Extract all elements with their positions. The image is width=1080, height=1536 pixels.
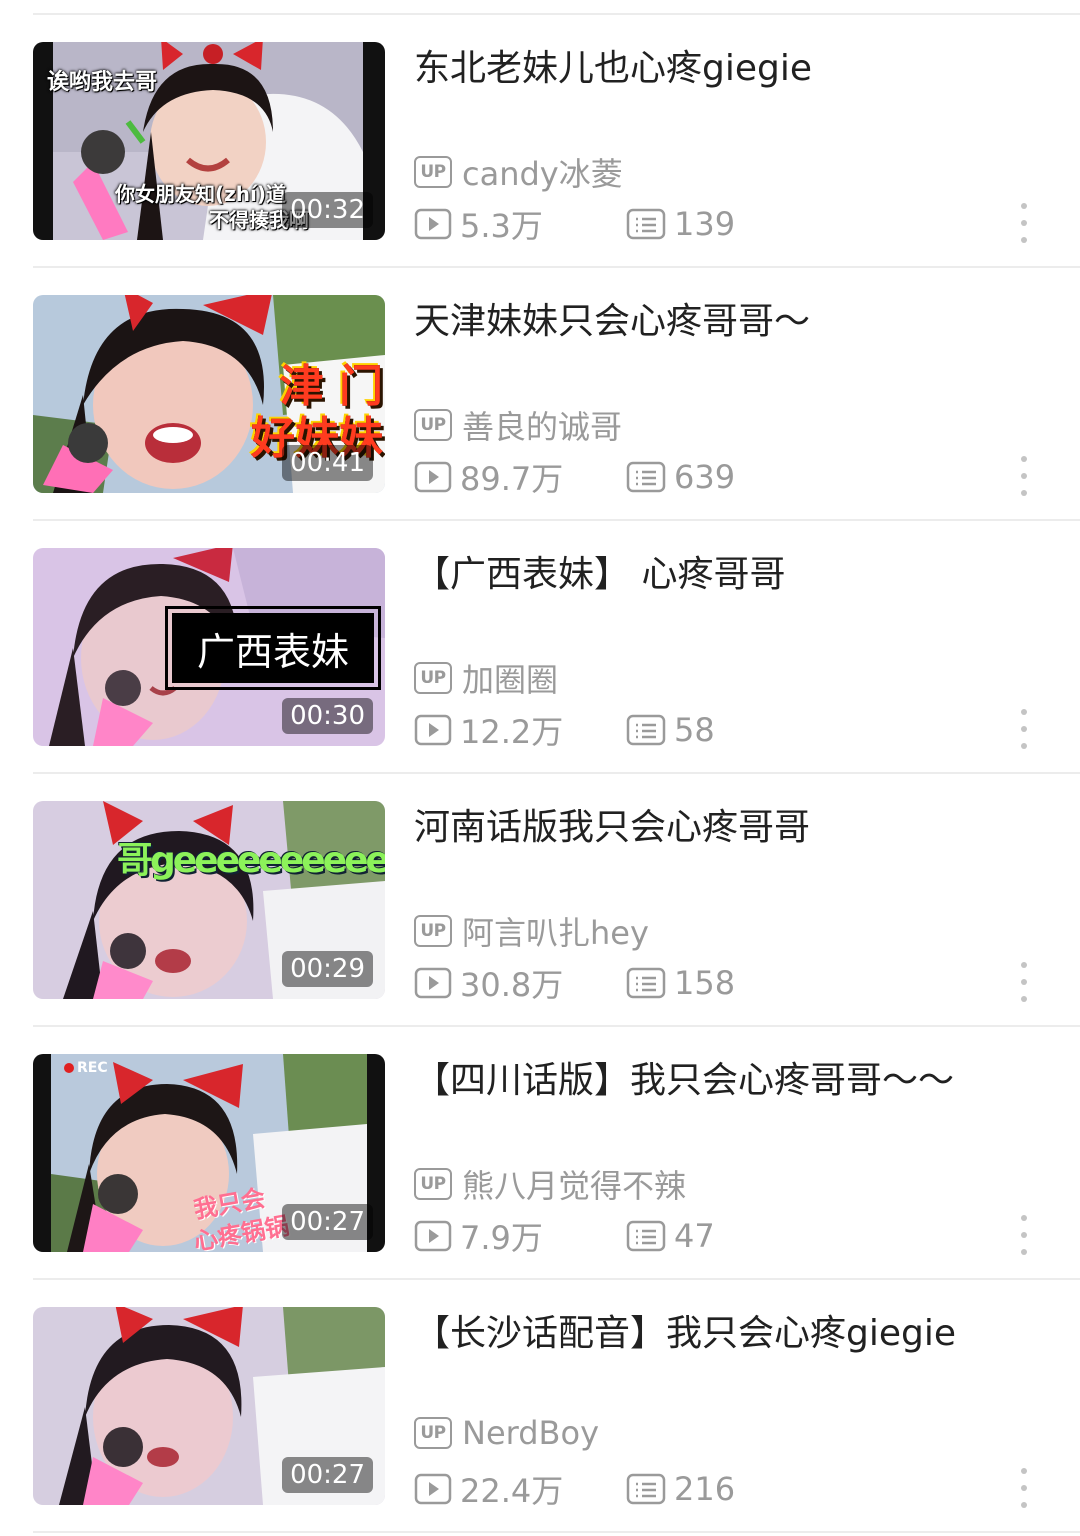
uploader-line[interactable]: UP candy冰菱 [414, 149, 623, 195]
up-badge-icon: UP [414, 662, 452, 694]
play-icon [414, 1473, 452, 1505]
video-item[interactable]: 诶哟我去哥 你女朋友知(zhí)道 不得揍我啊 00:32 东北老妹儿也心疼gi… [0, 15, 1080, 268]
stats-line: 7.9万 47 [414, 1213, 715, 1259]
up-badge-icon: UP [414, 1417, 452, 1449]
video-item[interactable]: 00:27 【长沙话配音】我只会心疼giegie UP NerdBoy 22.4… [0, 1280, 1080, 1533]
comment-count: 216 [626, 1470, 735, 1508]
video-title[interactable]: 【长沙话配音】我只会心疼giegie [414, 1308, 1034, 1360]
thumbnail-caption: 诶哟我去哥 [47, 70, 158, 95]
video-item[interactable]: 哥geeeeeeeeeeeee 00:29 河南话版我只会心疼哥哥 UP 阿言叭… [0, 774, 1080, 1027]
stats-line: 22.4万 216 [414, 1466, 735, 1512]
play-icon [414, 1220, 452, 1252]
thumbnail-caption: REC [77, 1060, 108, 1076]
video-thumbnail[interactable]: 00:27 [33, 1307, 385, 1505]
uploader-line[interactable]: UP 熊八月觉得不辣 [414, 1161, 686, 1207]
view-count: 22.4万 [414, 1466, 626, 1512]
view-count: 12.2万 [414, 707, 626, 753]
duration-badge: 00:32 [282, 192, 373, 228]
video-thumbnail[interactable]: REC 我只会 心疼锅锅 00:27 [33, 1054, 385, 1252]
duration-badge: 00:29 [282, 951, 373, 987]
uploader-name[interactable]: 阿言叭扎hey [462, 908, 649, 954]
uploader-line[interactable]: UP 善良的诚哥 [414, 402, 622, 448]
uploader-line[interactable]: UP 加圈圈 [414, 655, 558, 701]
comment-icon [626, 967, 666, 999]
video-item[interactable]: 津 门好妹妹 00:41 天津妹妹只会心疼哥哥～ UP 善良的诚哥 89.7万 … [0, 268, 1080, 521]
comment-icon [626, 714, 666, 746]
video-thumbnail[interactable]: 广西表妹 00:30 [33, 548, 385, 746]
uploader-line[interactable]: UP 阿言叭扎hey [414, 908, 649, 954]
thumbnail-caption-box: 广西表妹 [165, 606, 381, 690]
duration-badge: 00:27 [282, 1204, 373, 1240]
stats-line: 89.7万 639 [414, 454, 735, 500]
more-icon[interactable] [1016, 709, 1032, 749]
view-count: 89.7万 [414, 454, 626, 500]
uploader-line[interactable]: UP NerdBoy [414, 1414, 599, 1452]
up-badge-icon: UP [414, 156, 452, 188]
comment-count: 47 [626, 1217, 715, 1255]
video-title[interactable]: 天津妹妹只会心疼哥哥～ [414, 296, 1034, 348]
thumbnail-caption: 哥geeeeeeeeeeeee [117, 840, 385, 881]
more-icon[interactable] [1016, 203, 1032, 243]
video-item[interactable]: 广西表妹 00:30 【广西表妹】 心疼哥哥 UP 加圈圈 12.2万 58 [0, 521, 1080, 774]
up-badge-icon: UP [414, 1168, 452, 1200]
uploader-name[interactable]: 善良的诚哥 [462, 402, 622, 448]
play-icon [414, 714, 452, 746]
uploader-name[interactable]: NerdBoy [462, 1414, 599, 1452]
view-count: 7.9万 [414, 1213, 626, 1259]
play-icon [414, 461, 452, 493]
comment-icon [626, 208, 666, 240]
record-icon [64, 1063, 74, 1073]
up-badge-icon: UP [414, 915, 452, 947]
thumbnail-caption: 你女朋友知(zhí)道 [115, 182, 287, 206]
play-icon [414, 967, 452, 999]
more-icon[interactable] [1016, 1215, 1032, 1255]
video-thumbnail[interactable]: 津 门好妹妹 00:41 [33, 295, 385, 493]
view-count: 5.3万 [414, 201, 626, 247]
uploader-name[interactable]: candy冰菱 [462, 149, 623, 195]
up-badge-icon: UP [414, 409, 452, 441]
duration-badge: 00:41 [282, 445, 373, 481]
comment-count: 639 [626, 458, 735, 496]
play-icon [414, 208, 452, 240]
comment-icon [626, 1473, 666, 1505]
video-title[interactable]: 【四川话版】我只会心疼哥哥～～ [414, 1055, 1034, 1107]
more-icon[interactable] [1016, 1468, 1032, 1508]
view-count: 30.8万 [414, 960, 626, 1006]
stats-line: 30.8万 158 [414, 960, 735, 1006]
video-title[interactable]: 东北老妹儿也心疼giegie [414, 43, 1034, 95]
uploader-name[interactable]: 熊八月觉得不辣 [462, 1161, 686, 1207]
stats-line: 12.2万 58 [414, 707, 715, 753]
video-title[interactable]: 【广西表妹】 心疼哥哥 [414, 549, 1034, 601]
video-item[interactable]: REC 我只会 心疼锅锅 00:27 【四川话版】我只会心疼哥哥～～ UP 熊八… [0, 1027, 1080, 1280]
comment-icon [626, 461, 666, 493]
video-list: 诶哟我去哥 你女朋友知(zhí)道 不得揍我啊 00:32 东北老妹儿也心疼gi… [0, 0, 1080, 1536]
duration-badge: 00:27 [282, 1457, 373, 1493]
more-icon[interactable] [1016, 962, 1032, 1002]
comment-count: 158 [626, 964, 735, 1002]
comment-count: 139 [626, 205, 735, 243]
video-title[interactable]: 河南话版我只会心疼哥哥 [414, 802, 1034, 854]
stats-line: 5.3万 139 [414, 201, 735, 247]
uploader-name[interactable]: 加圈圈 [462, 655, 558, 701]
more-icon[interactable] [1016, 456, 1032, 496]
comment-count: 58 [626, 711, 715, 749]
video-thumbnail[interactable]: 哥geeeeeeeeeeeee 00:29 [33, 801, 385, 999]
video-thumbnail[interactable]: 诶哟我去哥 你女朋友知(zhí)道 不得揍我啊 00:32 [33, 42, 385, 240]
comment-icon [626, 1220, 666, 1252]
duration-badge: 00:30 [282, 698, 373, 734]
